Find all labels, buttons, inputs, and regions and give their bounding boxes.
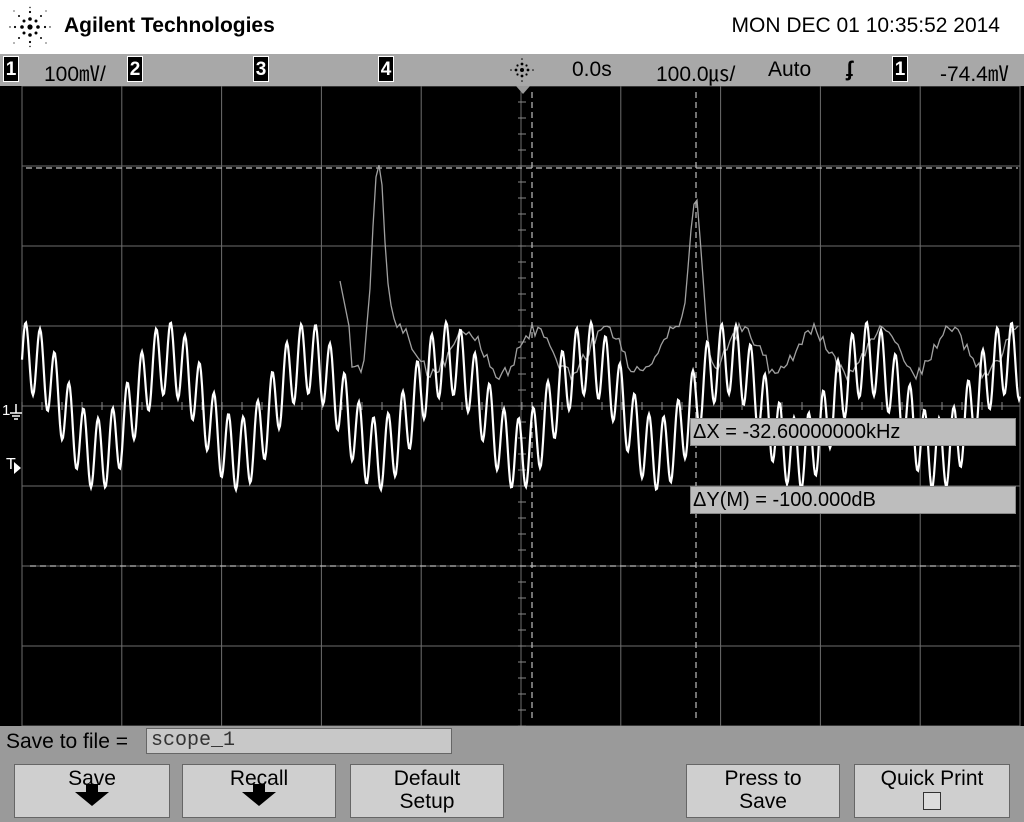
date-time: MON DEC 01 10:35:52 2014	[731, 14, 1001, 37]
quick-print-button[interactable]: Quick Print	[854, 764, 1010, 818]
trigger-level: -74.4㎷	[940, 63, 1009, 86]
fft-trace	[339, 165, 1019, 382]
default-label-line1: Default	[393, 767, 461, 790]
channel-3-badge[interactable]: 3	[253, 56, 269, 82]
ground-icon	[10, 404, 22, 420]
agilent-spark-logo-icon	[9, 6, 51, 48]
default-label-line2: Setup	[399, 790, 455, 813]
trigger-arrow-icon	[14, 462, 21, 474]
waveform-plot	[20, 86, 1022, 726]
header-bar: Agilent Technologies MON DEC 01 10:35:52…	[0, 0, 1024, 54]
waveform-display[interactable]: 1 T ΔX = -32.60000000kHz ΔY(M) = -100.00…	[0, 86, 1024, 726]
channel-1-badge[interactable]: 1	[3, 56, 19, 82]
save-button[interactable]: Save	[14, 764, 170, 818]
softkey-bar: Save to file = scope_1 Save Recall Defau…	[0, 726, 1024, 822]
delta-y-readout: ΔY(M) = -100.000dB	[690, 486, 1016, 514]
default-setup-button[interactable]: Default Setup	[350, 764, 504, 818]
channel-2-badge[interactable]: 2	[127, 56, 143, 82]
recall-button[interactable]: Recall	[182, 764, 336, 818]
down-arrow-icon	[75, 784, 109, 806]
time-scale: 100.0㎲/	[656, 63, 736, 86]
trigger-position-marker	[516, 86, 530, 94]
press-label-line2: Save	[739, 790, 787, 813]
quick-print-label: Quick Print	[880, 767, 984, 790]
trigger-mode: Auto	[768, 58, 812, 81]
save-to-file-label: Save to file =	[6, 730, 128, 753]
brand-name: Agilent Technologies	[64, 14, 275, 37]
run-status-icon	[510, 58, 534, 82]
press-to-save-button[interactable]: Press to Save	[686, 764, 840, 818]
channel-4-badge[interactable]: 4	[378, 56, 394, 82]
time-delay: 0.0s	[572, 58, 612, 81]
press-label-line1: Press to	[724, 767, 802, 790]
quick-print-checkbox[interactable]	[923, 792, 941, 810]
trigger-source-badge[interactable]: 1	[892, 56, 908, 82]
delta-x-readout: ΔX = -32.60000000kHz	[690, 418, 1016, 446]
status-bar: 100㎷/ 0.0s 100.0㎲/ Auto ʄ -74.4㎷	[0, 54, 1024, 86]
down-arrow-icon	[242, 784, 276, 806]
file-name-field[interactable]: scope_1	[146, 728, 452, 754]
ch1-scale: 100㎷/	[44, 63, 106, 86]
trigger-slope-icon: ʄ	[846, 58, 853, 81]
